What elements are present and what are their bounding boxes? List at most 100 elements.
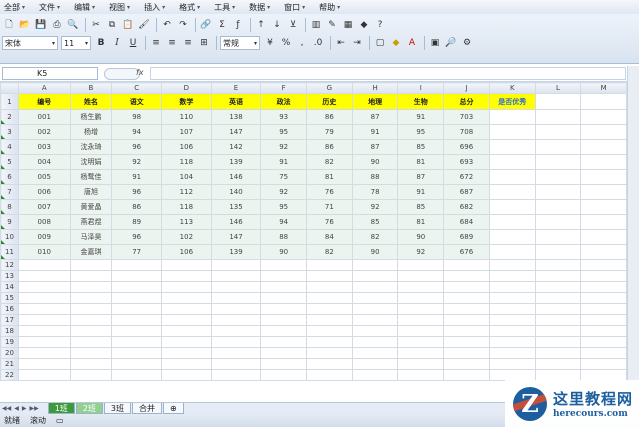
cell[interactable]	[351, 270, 399, 282]
cell[interactable]: 005	[17, 169, 71, 185]
row-header[interactable]: 21	[0, 358, 19, 370]
cell[interactable]	[69, 347, 113, 359]
cell[interactable]	[397, 303, 445, 315]
row-header[interactable]: 19	[0, 336, 19, 348]
cell[interactable]: 96	[111, 229, 163, 245]
cell[interactable]	[488, 109, 536, 125]
worksheet-grid[interactable]: A B C D E F G H I J K L M 1 编号 姓名 语文 数学 …	[0, 82, 627, 402]
column-header-g[interactable]: G	[306, 82, 353, 94]
italic-icon[interactable]: I	[110, 36, 124, 50]
cell[interactable]	[488, 169, 536, 185]
cell[interactable]	[210, 314, 262, 326]
cell[interactable]: 84	[306, 229, 353, 245]
cell[interactable]	[488, 270, 536, 282]
cell[interactable]: 118	[161, 154, 212, 170]
cell[interactable]	[534, 358, 582, 370]
cell[interactable]: 87	[397, 169, 445, 185]
cell[interactable]	[351, 347, 399, 359]
table-icon[interactable]: ▦	[341, 18, 355, 32]
menu-edit[interactable]: 编辑 ▾	[74, 2, 95, 13]
cell[interactable]: 146	[210, 169, 262, 185]
cell[interactable]: 90	[397, 229, 445, 245]
cell[interactable]	[397, 336, 445, 348]
row-header[interactable]: 15	[0, 292, 19, 304]
cell[interactable]	[580, 336, 627, 348]
cell[interactable]	[111, 358, 163, 370]
cell[interactable]: 94	[111, 124, 163, 140]
cell[interactable]: 86	[306, 139, 353, 155]
cell[interactable]: 79	[306, 124, 353, 140]
cell[interactable]	[306, 314, 353, 326]
cell[interactable]	[488, 139, 536, 155]
formula-buttons[interactable]	[104, 68, 140, 80]
cell[interactable]	[210, 336, 262, 348]
cell[interactable]: 96	[111, 184, 163, 200]
cell[interactable]: 杨生鹏	[69, 109, 113, 125]
fill-color-icon[interactable]: ◆	[389, 36, 403, 50]
cell[interactable]: 81	[306, 169, 353, 185]
function-icon[interactable]: ƒ	[231, 18, 245, 32]
cell[interactable]	[443, 292, 490, 304]
cell[interactable]	[306, 292, 353, 304]
cell[interactable]: 杨鹜佳	[69, 169, 113, 185]
currency-icon[interactable]: ¥	[263, 36, 277, 50]
cell[interactable]	[443, 303, 490, 315]
cell[interactable]: 142	[210, 139, 262, 155]
underline-icon[interactable]: U	[126, 36, 140, 50]
zoom-icon[interactable]: 🔎	[444, 36, 458, 50]
cell[interactable]: 104	[161, 169, 212, 185]
help-icon[interactable]: ?	[373, 18, 387, 32]
cell[interactable]	[443, 369, 490, 381]
cell[interactable]	[161, 259, 212, 271]
cell[interactable]	[260, 281, 308, 293]
cell[interactable]	[580, 184, 627, 200]
cell[interactable]: 107	[161, 124, 212, 140]
cell[interactable]: 106	[161, 244, 212, 260]
cell[interactable]	[534, 259, 582, 271]
cell[interactable]: 黄爱晶	[69, 199, 113, 215]
cell[interactable]	[17, 314, 71, 326]
cell[interactable]	[534, 93, 582, 110]
cell[interactable]	[534, 184, 582, 200]
cell[interactable]	[69, 259, 113, 271]
borders-icon[interactable]: ▢	[373, 36, 387, 50]
cell[interactable]	[210, 358, 262, 370]
cell[interactable]	[111, 292, 163, 304]
cell[interactable]	[397, 270, 445, 282]
cell[interactable]	[306, 281, 353, 293]
cell[interactable]	[580, 358, 627, 370]
header-cell[interactable]: 总分	[443, 93, 490, 110]
cell[interactable]: 82	[351, 229, 399, 245]
cell[interactable]	[397, 325, 445, 337]
sort-ascending-icon[interactable]: ↑	[254, 18, 268, 32]
cell[interactable]: 85	[351, 214, 399, 230]
menu-data[interactable]: 数据 ▾	[249, 2, 270, 13]
cell[interactable]	[534, 199, 582, 215]
cell[interactable]: 唐旭	[69, 184, 113, 200]
cell[interactable]: 90	[351, 154, 399, 170]
column-header-f[interactable]: F	[260, 82, 308, 94]
cell[interactable]: 81	[397, 154, 445, 170]
cell[interactable]	[397, 292, 445, 304]
cell[interactable]	[306, 369, 353, 381]
cell[interactable]	[488, 292, 536, 304]
name-box[interactable]: K5	[2, 67, 98, 80]
header-cell[interactable]: 政法	[260, 93, 308, 110]
undo-icon[interactable]: ↶	[160, 18, 174, 32]
cell[interactable]	[580, 244, 627, 260]
formula-input[interactable]	[150, 67, 626, 80]
column-header-d[interactable]: D	[161, 82, 212, 94]
cell[interactable]: 87	[351, 139, 399, 155]
cell[interactable]	[260, 303, 308, 315]
header-cell[interactable]: 是否优秀	[488, 93, 536, 110]
sheet-tab-2[interactable]: 2班	[75, 403, 103, 414]
cell[interactable]	[580, 325, 627, 337]
cell[interactable]	[488, 199, 536, 215]
options-icon[interactable]: ⚙	[460, 36, 474, 50]
align-center-icon[interactable]: ≡	[165, 36, 179, 50]
cell[interactable]: 004	[17, 154, 71, 170]
cell[interactable]	[534, 369, 582, 381]
cell[interactable]: 91	[351, 124, 399, 140]
row-header[interactable]: 13	[0, 270, 19, 282]
cell[interactable]	[260, 358, 308, 370]
